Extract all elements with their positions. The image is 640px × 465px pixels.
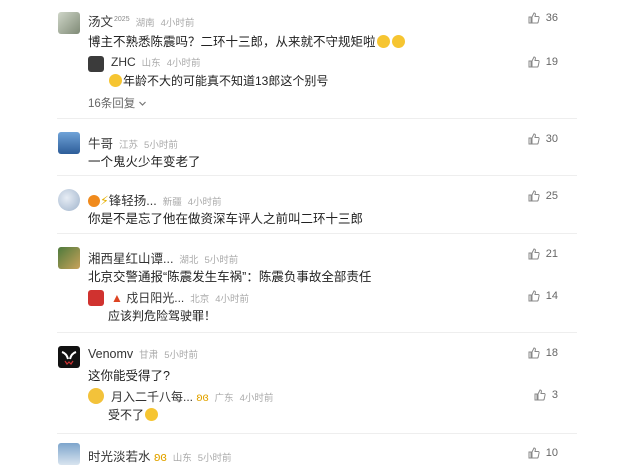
like-button[interactable]: 21 — [528, 248, 558, 260]
expand-replies-button[interactable]: 16条回复 — [88, 95, 147, 111]
thumbs-up-icon — [528, 56, 540, 68]
avatar[interactable] — [88, 290, 104, 306]
like-count: 25 — [545, 190, 558, 202]
venom-icon — [61, 351, 77, 365]
divider — [57, 332, 577, 333]
like-button[interactable]: 36 — [528, 12, 558, 24]
commenter-name[interactable]: 牛哥 — [88, 133, 113, 152]
commenter-name[interactable]: 时光淡若水 ʚɞ — [88, 446, 167, 465]
reply-text: 年龄不大的可能真不知道13郎这个别号 — [108, 72, 328, 89]
commenter-name[interactable]: 湘西星红山谭... — [88, 248, 173, 267]
reply-time: 4小时前 — [166, 58, 201, 69]
thinking-emoji-icon — [145, 408, 159, 421]
comment-time: 5小时前 — [197, 453, 232, 464]
wings-icon: ʚɞ — [196, 390, 209, 404]
like-button[interactable]: 10 — [528, 447, 558, 459]
replier-name[interactable]: ZHC — [111, 55, 136, 69]
reply-location: 广东 — [214, 393, 234, 404]
comment-time: 5小时前 — [204, 255, 239, 266]
comment-time: 4小时前 — [187, 197, 222, 208]
reply-time: 4小时前 — [215, 294, 250, 305]
divider — [57, 118, 577, 119]
reply-location: 北京 — [190, 294, 210, 305]
avatar[interactable] — [88, 56, 104, 72]
like-count: 10 — [545, 447, 558, 459]
avatar[interactable] — [88, 388, 104, 404]
comment-location: 甘肃 — [139, 350, 159, 361]
commenter-name[interactable]: ⚡锋轻扬... — [88, 190, 157, 209]
like-count: 30 — [545, 133, 558, 145]
like-count: 18 — [545, 347, 558, 359]
user-badge: 2025 — [114, 15, 130, 23]
laughing-emoji-icon — [376, 35, 390, 48]
replier-name[interactable]: ▲ 戍日阳光... — [111, 289, 184, 306]
reply-location: 山东 — [141, 58, 161, 69]
comment-text: 你是不是忘了他在做资深车评人之前叫二环十三郎 — [88, 212, 364, 226]
comment-location: 江苏 — [119, 140, 139, 151]
thumbs-up-icon — [528, 447, 540, 459]
thinking-emoji-icon — [109, 74, 122, 87]
like-count: 14 — [545, 290, 558, 302]
thumbs-up-icon — [528, 290, 540, 302]
warning-icon: ▲ — [111, 291, 123, 305]
like-count: 36 — [545, 12, 558, 24]
comment-text: 博主不熟悉陈震吗？二环十三郎，从来就不守规矩啦 — [88, 31, 406, 50]
divider — [57, 233, 577, 234]
like-button[interactable]: 14 — [528, 290, 558, 302]
comment-text: 北京交警通报“陈震发生车祸”：陈震负事故全部责任 — [88, 270, 372, 284]
thumbs-up-icon — [528, 347, 540, 359]
comment-text: 这你能受得了? — [88, 369, 170, 383]
commenter-name[interactable]: 汤文2025 — [88, 11, 130, 30]
lightning-icon: ⚡ — [100, 194, 109, 208]
divider — [57, 175, 577, 176]
comment-location: 山东 — [172, 453, 192, 464]
thumbs-up-icon — [528, 12, 540, 24]
pumpkin-icon — [88, 195, 100, 207]
like-button[interactable]: 3 — [534, 389, 558, 401]
avatar[interactable] — [58, 247, 80, 269]
avatar[interactable] — [58, 12, 80, 34]
like-count: 3 — [551, 389, 558, 401]
comment-location: 湖南 — [135, 18, 155, 29]
chevron-down-icon — [139, 101, 147, 106]
wings-icon: ʚɞ — [154, 450, 167, 464]
avatar[interactable] — [58, 189, 80, 211]
reply-text: 应该判危险驾驶罪！ — [108, 309, 217, 323]
divider — [57, 433, 577, 434]
laughing-emoji-icon — [391, 35, 405, 48]
avatar[interactable] — [58, 346, 80, 368]
commenter-name[interactable]: Venomv — [88, 347, 133, 361]
like-count: 21 — [545, 248, 558, 260]
like-button[interactable]: 30 — [528, 133, 558, 145]
like-button[interactable]: 19 — [528, 56, 558, 68]
comment-time: 4小时前 — [160, 18, 195, 29]
thumbs-up-icon — [528, 248, 540, 260]
thumbs-up-icon — [528, 133, 540, 145]
like-button[interactable]: 25 — [528, 190, 558, 202]
replier-name[interactable]: 月入二千八每... ʚɞ — [111, 388, 209, 405]
comment-time: 5小时前 — [164, 350, 198, 361]
thumbs-up-icon — [534, 389, 546, 401]
reply-time: 4小时前 — [239, 393, 274, 404]
comment-text: 一个鬼火少年变老了 — [88, 155, 201, 169]
reply-text: 受不了 — [108, 406, 159, 423]
like-button[interactable]: 18 — [528, 347, 558, 359]
avatar[interactable] — [58, 443, 80, 465]
comment-location: 湖北 — [179, 255, 199, 266]
comment-time: 5小时前 — [144, 140, 178, 151]
like-count: 19 — [545, 56, 558, 68]
avatar[interactable] — [58, 132, 80, 154]
thumbs-up-icon — [528, 190, 540, 202]
comment-location: 新疆 — [162, 197, 182, 208]
